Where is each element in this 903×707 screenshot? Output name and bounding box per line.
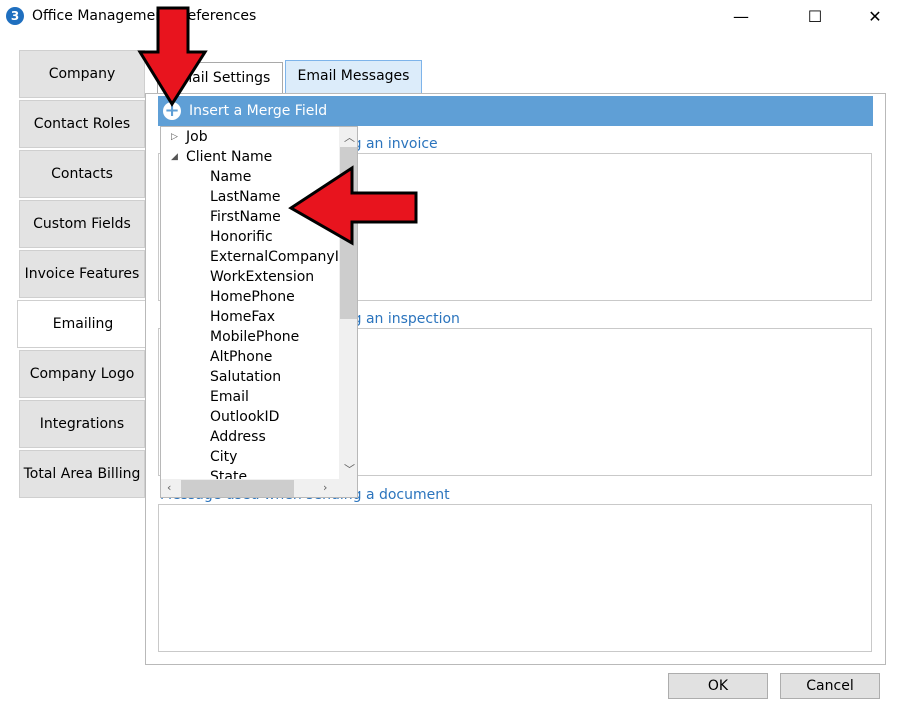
vertical-scroll-thumb[interactable] <box>340 147 357 319</box>
nav-item-contacts[interactable]: Contacts <box>19 150 145 198</box>
tree-leaf[interactable]: MobilePhone <box>210 329 299 345</box>
tree-node-client-name[interactable]: Client Name <box>186 149 272 165</box>
tree-node-job[interactable]: Job <box>186 129 208 145</box>
tree-leaf[interactable]: City <box>210 449 237 465</box>
tab-email-messages[interactable]: Email Messages <box>285 60 422 94</box>
expanded-triangle-icon[interactable]: ◢ <box>171 152 178 162</box>
close-button[interactable]: ✕ <box>852 4 898 30</box>
scrollbar-corner <box>339 479 357 497</box>
tree-leaf[interactable]: Email <box>210 389 249 405</box>
ok-button[interactable]: OK <box>668 673 768 699</box>
tree-leaf[interactable]: LastName <box>210 189 280 205</box>
tree-leaf[interactable]: FirstName <box>210 209 281 225</box>
scroll-left-icon[interactable]: ‹ <box>167 481 171 494</box>
horizontal-scroll-thumb[interactable] <box>181 480 294 497</box>
vertical-scrollbar[interactable]: ︿ ﹀ <box>339 127 357 479</box>
merge-field-tree[interactable]: ▷ Job ◢ Client Name Name LastName FirstN… <box>160 126 358 498</box>
plus-circle-icon: + <box>163 100 181 121</box>
horizontal-scrollbar[interactable]: ‹ › <box>161 479 339 497</box>
insert-merge-field-button[interactable]: + Insert a Merge Field <box>158 96 873 126</box>
tree-leaf[interactable]: Honorific <box>210 229 273 245</box>
scroll-up-icon[interactable]: ︿ <box>344 129 355 145</box>
window-title: Office Management Preferences <box>32 8 257 24</box>
tree-leaf[interactable]: AltPhone <box>210 349 272 365</box>
cancel-button[interactable]: Cancel <box>780 673 880 699</box>
tab-email-settings[interactable]: Email Settings <box>157 62 283 94</box>
app-logo-icon: 3 <box>6 7 24 25</box>
nav-item-invoice-features[interactable]: Invoice Features <box>19 250 145 298</box>
tree-leaf[interactable]: OutlookID <box>210 409 279 425</box>
nav-item-company-logo[interactable]: Company Logo <box>19 350 145 398</box>
title-bar: 3 Office Management Preferences — ☐ ✕ <box>0 0 903 34</box>
tree-leaf[interactable]: Name <box>210 169 251 185</box>
scroll-down-icon[interactable]: ﹀ <box>344 461 355 477</box>
tree-leaf[interactable]: WorkExtension <box>210 269 314 285</box>
nav-item-custom-fields[interactable]: Custom Fields <box>19 200 145 248</box>
tree-leaf[interactable]: HomePhone <box>210 289 295 305</box>
minimize-button[interactable]: — <box>718 4 764 30</box>
tree-leaf[interactable]: HomeFax <box>210 309 275 325</box>
tree-leaf[interactable]: Address <box>210 429 266 445</box>
nav-item-company[interactable]: Company <box>19 50 145 98</box>
tree-leaf[interactable]: Salutation <box>210 369 281 385</box>
nav-item-contact-roles[interactable]: Contact Roles <box>19 100 145 148</box>
collapsed-triangle-icon[interactable]: ▷ <box>171 132 178 142</box>
scroll-right-icon[interactable]: › <box>323 481 327 494</box>
nav-item-total-area-billing[interactable]: Total Area Billing <box>19 450 145 498</box>
tree-leaf[interactable]: ExternalCompanyID <box>210 249 350 265</box>
nav-item-emailing[interactable]: Emailing <box>17 300 148 348</box>
document-message-textbox[interactable] <box>158 504 872 652</box>
merge-field-label: Insert a Merge Field <box>189 103 328 119</box>
nav-item-integrations[interactable]: Integrations <box>19 400 145 448</box>
maximize-button[interactable]: ☐ <box>792 4 838 30</box>
